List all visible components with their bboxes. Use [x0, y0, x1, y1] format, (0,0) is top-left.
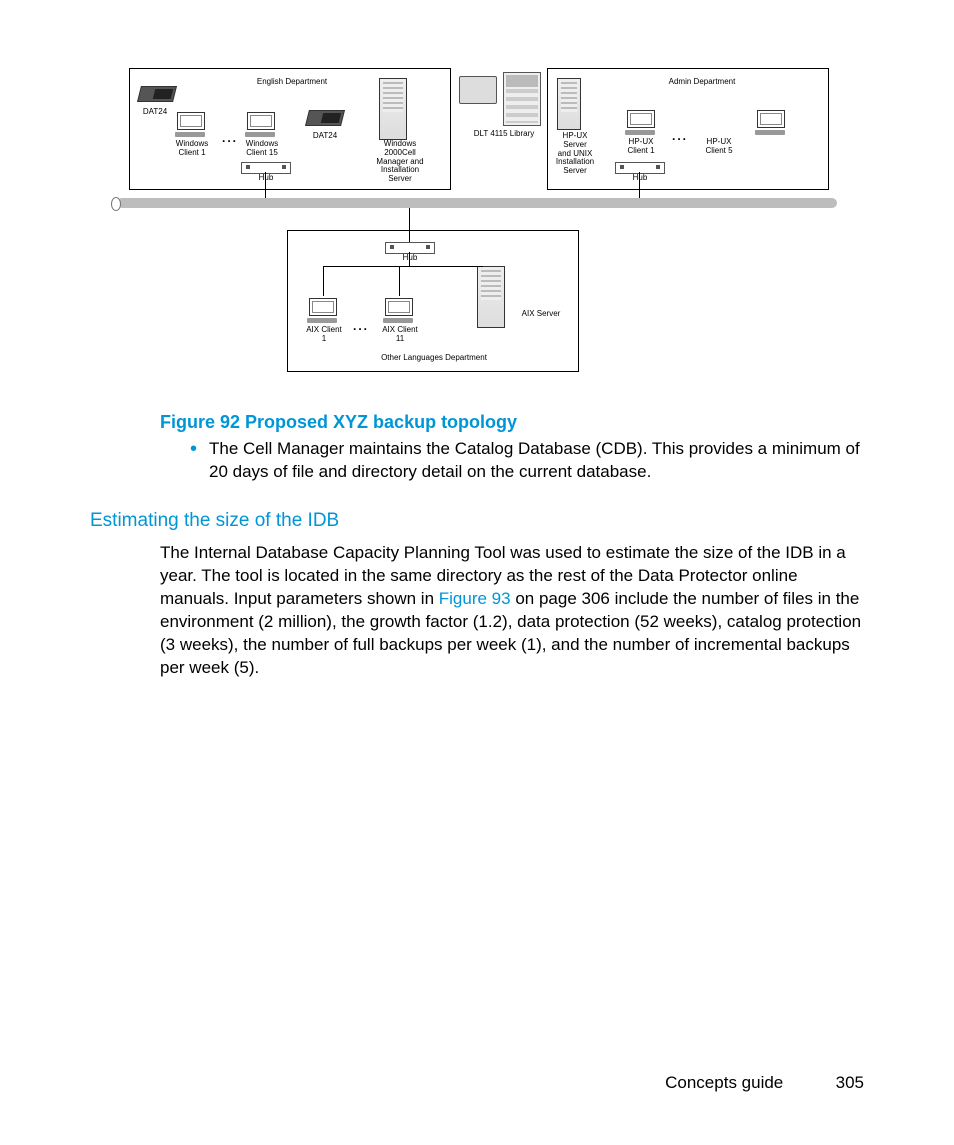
win-client-15: Windows Client 15	[235, 140, 289, 158]
aix-client-11: AIX Client 11	[375, 326, 425, 344]
hpux-client-5: HP-UX Client 5	[695, 138, 743, 156]
bullet-icon: •	[190, 438, 197, 484]
hpux-server-label: HP-UX Server and UNIX Installation Serve…	[547, 132, 603, 176]
aix-server-label: AIX Server	[513, 310, 569, 319]
tape-drive-icon	[305, 110, 345, 126]
server-icon	[477, 266, 505, 328]
server-icon	[557, 78, 581, 130]
hub-label-2: Hub	[625, 174, 655, 183]
section-heading: Estimating the size of the IDB	[90, 508, 864, 534]
list-item: • The Cell Manager maintains the Catalog…	[190, 438, 864, 484]
page-footer: Concepts guide 305	[665, 1072, 864, 1095]
ellipsis-icon: ...	[353, 318, 369, 334]
admin-dept-label: Admin Department	[637, 78, 767, 87]
hub-label-3: Hub	[395, 254, 425, 263]
topology-diagram: English Department DAT24 Windows Client …	[117, 60, 837, 400]
hub-label-1: Hub	[251, 174, 281, 183]
printer-icon	[459, 76, 497, 104]
aix-client-1: AIX Client 1	[299, 326, 349, 344]
footer-title: Concepts guide	[665, 1073, 783, 1092]
figure-93-link[interactable]: Figure 93	[439, 589, 511, 608]
server-icon	[379, 78, 407, 140]
hpux-client-1: HP-UX Client 1	[617, 138, 665, 156]
other-dept-label: Other Languages Department	[349, 354, 519, 363]
tape-library-icon	[503, 72, 541, 126]
english-dept-label: English Department	[227, 78, 357, 87]
body-paragraph: The Internal Database Capacity Planning …	[160, 542, 864, 680]
dat24-label-1: DAT24	[135, 108, 175, 117]
bullet-list: • The Cell Manager maintains the Catalog…	[190, 438, 864, 484]
computer-icon	[247, 112, 273, 136]
computer-icon	[309, 298, 335, 322]
bullet-text: The Cell Manager maintains the Catalog D…	[209, 438, 864, 484]
win-client-1: Windows Client 1	[167, 140, 217, 158]
dlt-label: DLT 4115 Library	[465, 130, 543, 139]
ellipsis-icon: ...	[672, 128, 688, 144]
computer-icon	[177, 112, 203, 136]
computer-icon	[627, 110, 653, 134]
page-number: 305	[816, 1072, 864, 1095]
computer-icon	[757, 110, 783, 134]
computer-icon	[385, 298, 411, 322]
win-cell-label: Windows 2000Cell Manager and Installatio…	[365, 140, 435, 184]
figure-caption: Figure 92 Proposed XYZ backup topology	[160, 410, 864, 434]
tape-drive-icon	[137, 86, 177, 102]
dat24-label-2: DAT24	[305, 132, 345, 141]
network-backbone	[117, 198, 837, 208]
